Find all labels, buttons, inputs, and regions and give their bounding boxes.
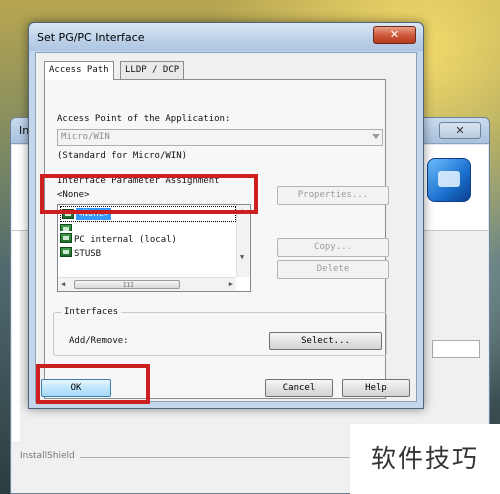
list-item-label: STUSB [74, 249, 102, 259]
set-pgpc-interface-dialog: Set PG/PC Interface ✕ Access Path LLDP /… [28, 22, 424, 409]
tab-access-path[interactable]: Access Path [44, 61, 114, 80]
scroll-left-icon[interactable]: ◀ [61, 280, 65, 288]
watermark-text: 软件技巧 [350, 424, 500, 494]
access-point-combo: Micro/WIN [57, 129, 383, 146]
combo-arrow-icon [372, 134, 380, 139]
scroll-grip-icon: III [123, 282, 134, 289]
ok-button[interactable]: OK [41, 379, 111, 397]
select-button[interactable]: Select... [269, 332, 382, 350]
interface-assignment-label: Interface Parameter Assignment [57, 176, 220, 186]
background-window-strip [12, 231, 20, 441]
tab-lldp-dcp[interactable]: LLDP / DCP [120, 61, 185, 79]
interface-current-value: <None> [57, 190, 90, 200]
list-item-label: PC internal (local) [74, 235, 177, 245]
scroll-right-icon[interactable]: ▶ [229, 280, 233, 288]
installshield-label: InstallShield [20, 451, 75, 461]
interface-listbox[interactable]: <None> PC internal (local) STUSB ▲ ▼ ◀ I… [57, 204, 251, 292]
network-adapter-icon [62, 209, 74, 219]
copy-button[interactable]: Copy... [277, 238, 389, 257]
list-item-selected-label: <None> [76, 208, 111, 220]
dialog-titlebar[interactable]: Set PG/PC Interface ✕ [29, 23, 423, 51]
network-adapter-icon [60, 233, 72, 243]
dialog-title: Set PG/PC Interface [37, 31, 145, 44]
help-button[interactable]: Help [342, 379, 410, 397]
background-window-field [432, 340, 480, 358]
installer-icon [427, 158, 471, 202]
list-item[interactable] [60, 224, 74, 231]
network-adapter-icon [60, 224, 72, 231]
vertical-scrollbar[interactable]: ▲ ▼ [236, 205, 250, 277]
access-point-hint: (Standard for Micro/WIN) [57, 151, 188, 161]
cancel-button[interactable]: Cancel [265, 379, 333, 397]
list-item[interactable]: PC internal (local) [60, 233, 177, 246]
list-item[interactable]: STUSB [60, 247, 101, 260]
add-remove-label: Add/Remove: [69, 336, 129, 346]
scroll-down-icon[interactable]: ▼ [240, 253, 244, 261]
interfaces-group-title: Interfaces [61, 307, 122, 317]
properties-button[interactable]: Properties... [277, 186, 389, 205]
scroll-up-icon[interactable]: ▲ [240, 207, 244, 215]
close-button[interactable]: ✕ [373, 26, 416, 44]
network-adapter-icon [60, 247, 72, 257]
delete-button[interactable]: Delete [277, 260, 389, 279]
access-point-value: Micro/WIN [61, 132, 110, 142]
background-window-close-button[interactable]: ✕ [439, 122, 481, 139]
access-point-label: Access Point of the Application: [57, 114, 231, 124]
horizontal-scroll-thumb[interactable]: III [74, 280, 180, 289]
horizontal-scrollbar[interactable]: ◀ III ▶ [58, 277, 236, 291]
list-item-selected[interactable]: <None> [60, 206, 236, 222]
